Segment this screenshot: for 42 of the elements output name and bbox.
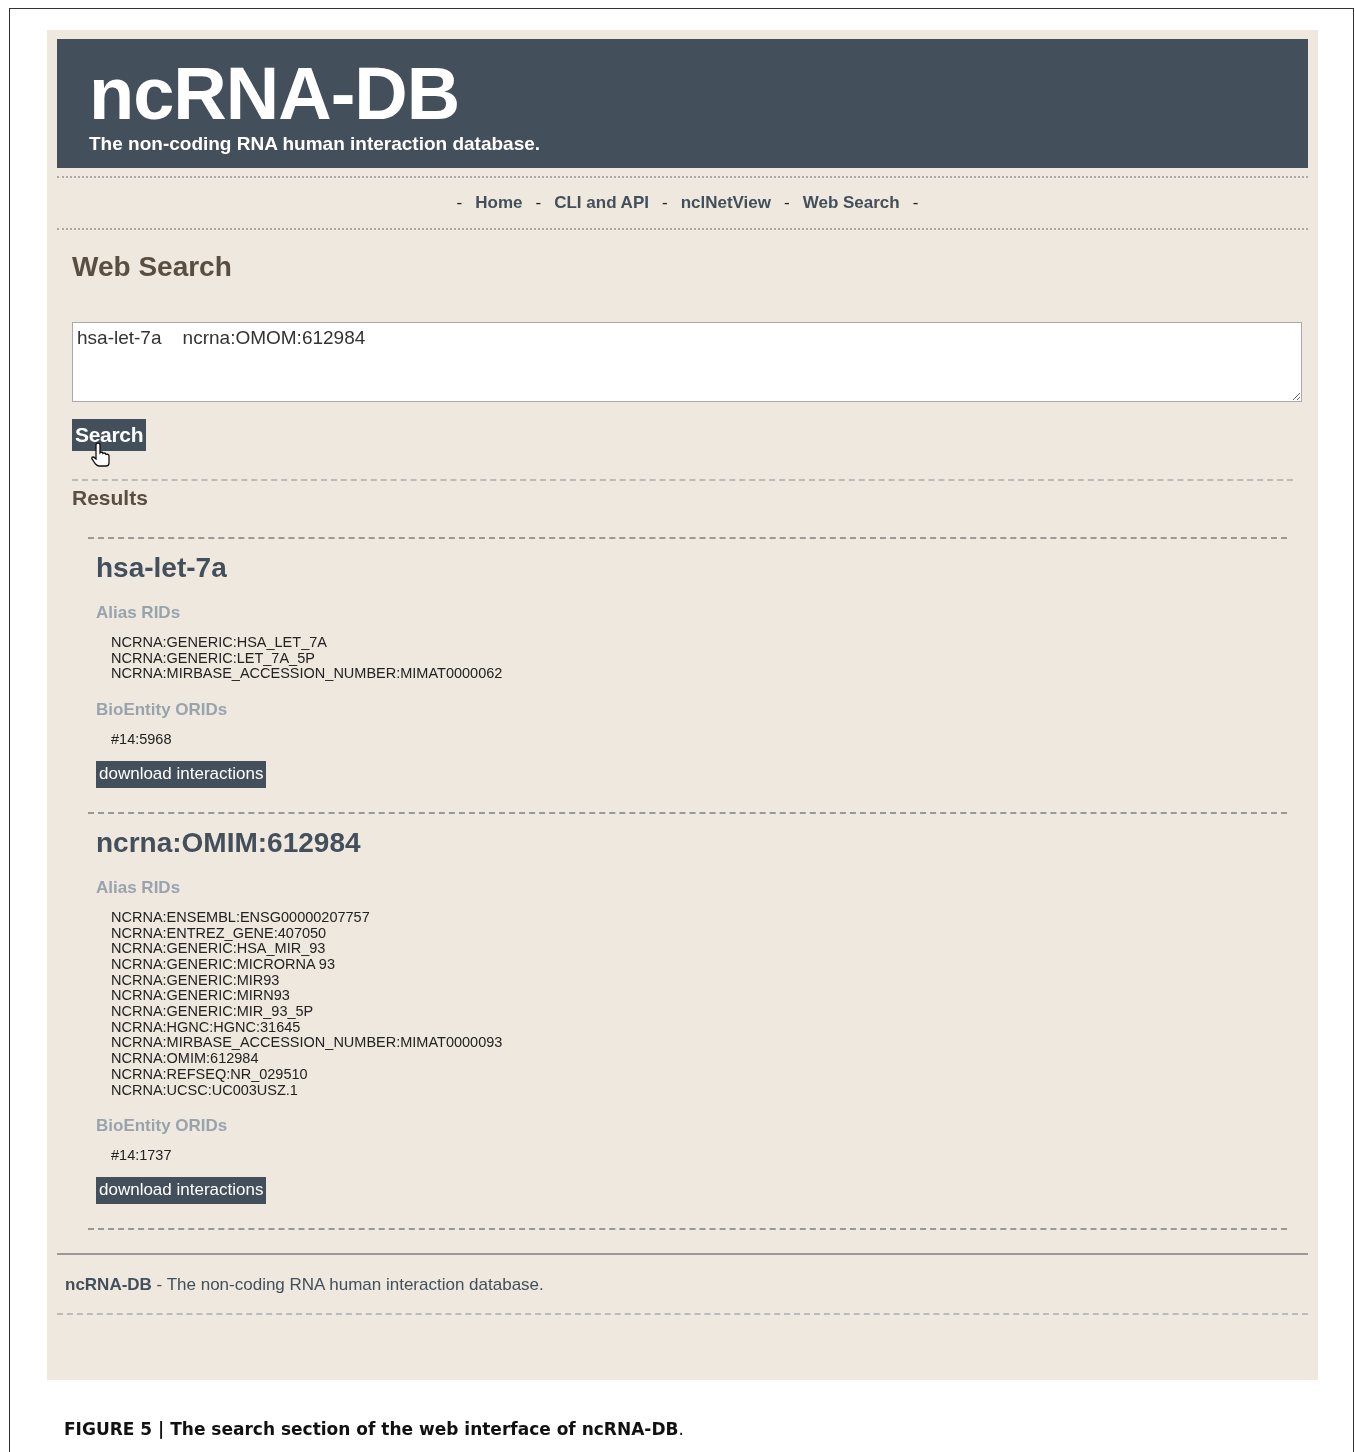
field-label: Alias RIDs — [96, 877, 182, 898]
nav-link[interactable]: CLI and API — [554, 193, 649, 213]
alias-id: NCRNA:GENERIC:MIR_93_5P — [111, 1004, 315, 1020]
result-title: ncrna:OMIM:612984 — [96, 825, 362, 860]
alias-id: NCRNA:REFSEQ:NR_029510 — [111, 1066, 309, 1083]
alias-id: NCRNA:GENERIC:MIR93 — [111, 972, 281, 989]
alias-id: NCRNA:GENERIC:HSA_MIR_93 — [111, 941, 327, 957]
alias-id: NCRNA:GENERIC:MICRORNA 93 — [111, 956, 336, 973]
search-button[interactable]: Search — [72, 419, 147, 451]
alias-id: NCRNA:GENERIC:LET_7A_5P — [111, 650, 315, 667]
nav-link[interactable]: Web Search — [802, 193, 900, 213]
page-heading: Web Search — [72, 250, 233, 284]
site-tagline: The non-coding RNA human interaction database. — [89, 133, 542, 155]
alias-id: NCRNA:UCSC:UC003USZ.1 — [111, 1082, 298, 1099]
nav-separator: - — [784, 193, 790, 213]
result-title: hsa-let-7a — [96, 551, 228, 585]
alias-id: NCRNA:ENSEMBL:ENSG00000207757 — [111, 909, 371, 926]
entity-id: #14:5968 — [111, 732, 173, 748]
alias-id: NCRNA:OMIM:612984 — [111, 1051, 260, 1067]
site-logo: ncRNA-DB — [89, 53, 461, 135]
search-input-field[interactable]: hsa-let-7a ncrna:OMOM:612984 — [72, 322, 1302, 402]
footer-text: ncRNA-DB - The non-coding RNA human interaction database. — [64, 1273, 545, 1296]
section-heading: Results — [72, 485, 149, 511]
field-label: BioEntity ORIDs — [96, 1116, 229, 1137]
alias-id: NCRNA:HGNC:HGNC:31645 — [111, 1019, 301, 1036]
field-label: BioEntity ORIDs — [96, 700, 229, 721]
alias-id: NCRNA:GENERIC:MIRN93 — [111, 988, 291, 1005]
download-button[interactable]: download interactions — [96, 760, 267, 788]
nav-separator: - — [535, 193, 542, 213]
download-button[interactable]: download interactions — [96, 1176, 267, 1204]
alias-id: NCRNA:MIRBASE_ACCESSION_NUMBER:MIMAT0000093 — [111, 1035, 504, 1052]
alias-id: NCRNA:MIRBASE_ACCESSION_NUMBER:MIMAT0000062 — [111, 666, 504, 683]
entity-id: #14:1737 — [111, 1148, 173, 1164]
nav-link[interactable]: nclNetView — [680, 193, 771, 213]
field-label: Alias RIDs — [96, 603, 182, 623]
nav-link[interactable]: Home — [475, 193, 523, 213]
nav-separator: - — [456, 193, 463, 213]
nav-separator: - — [661, 193, 668, 213]
alias-id: NCRNA:GENERIC:HSA_LET_7A — [111, 635, 328, 651]
figure-caption: FIGURE 5 | The search section of the web interface of ncRNA-DB. — [64, 1419, 685, 1439]
alias-id: NCRNA:ENTREZ_GENE:407050 — [111, 925, 328, 942]
nav-separator: - — [912, 193, 919, 213]
